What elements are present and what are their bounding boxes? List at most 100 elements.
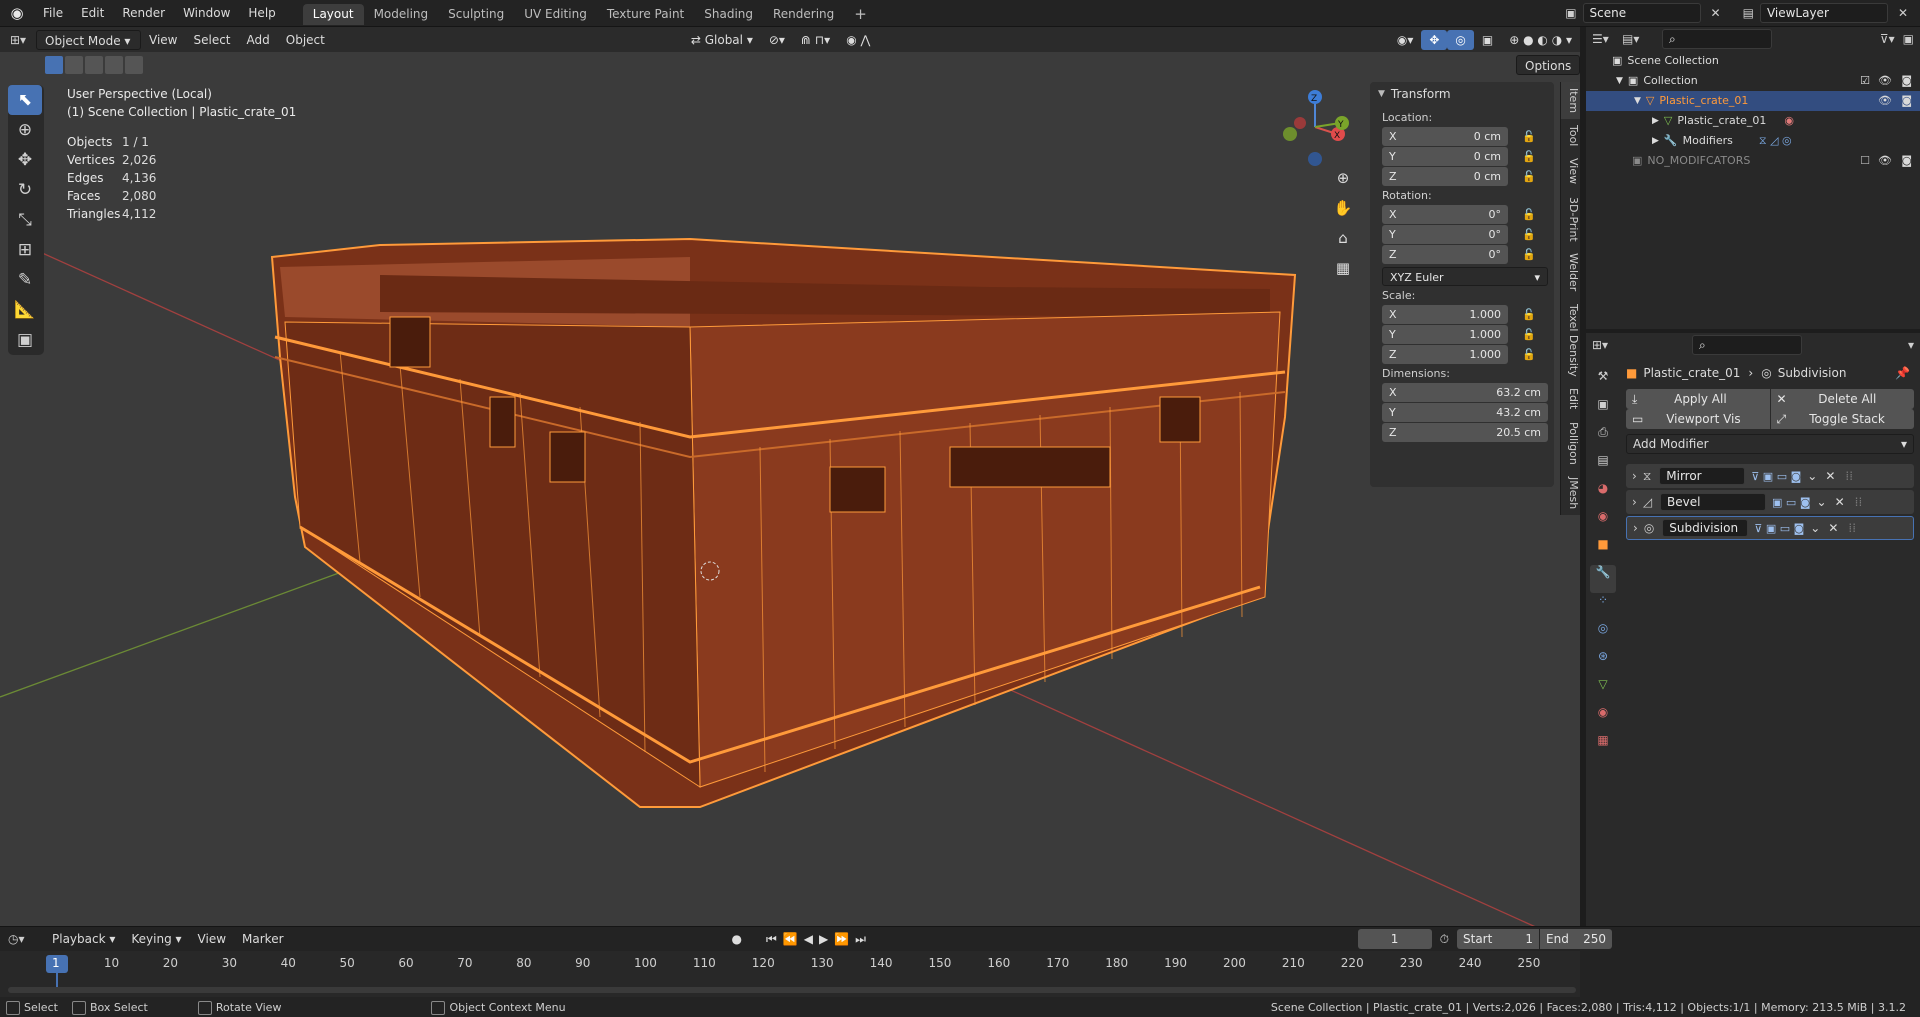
menu-edit[interactable]: Edit (72, 0, 113, 27)
modifier-toggles-icon[interactable]: ⊽ ▣ ▭ ◙ (1751, 470, 1801, 483)
tab-layout[interactable]: Layout (302, 4, 364, 25)
tab-modeling[interactable]: Modeling (364, 4, 439, 25)
scene-field[interactable]: Scene (1582, 3, 1701, 23)
playback-controls-icon[interactable]: ⏮⏪◀▶⏩⏭ (766, 932, 872, 947)
select-invert-icon[interactable] (105, 56, 123, 74)
menu-file[interactable]: File (34, 0, 72, 27)
editor-type-icon[interactable]: ◷▾ (8, 932, 44, 946)
start-frame-field[interactable]: Start 1 (1457, 929, 1539, 949)
timeline-frame-ruler[interactable]: 1 10 20 30 40 50 60 70 80 90 100 110 120 130 140 150 160… (0, 951, 1580, 997)
measure-tool-icon[interactable]: 📐 (8, 295, 42, 325)
mode-selector[interactable]: Object Mode ▾ (36, 29, 141, 50)
editor-type-icon[interactable]: ☰▾ (1592, 32, 1622, 46)
outliner-row-no-modificators[interactable]: ▣ NO_MODIFCATORS ☐ 👁 ◙ (1586, 151, 1920, 171)
checkbox-icon[interactable]: ☑ (1860, 71, 1870, 91)
tab-uv-editing[interactable]: UV Editing (514, 4, 597, 25)
toggle-stack-button[interactable]: ⤢ Toggle Stack (1770, 408, 1914, 429)
outliner-row-plastic-crate[interactable]: ▼ ▽ Plastic_crate_01 👁 ◙ (1586, 91, 1920, 111)
render-tab-icon[interactable]: ▣ (1590, 397, 1616, 425)
tab-polligon[interactable]: Polligon (1560, 415, 1580, 471)
camera-render-icon[interactable]: ◙ (1901, 71, 1912, 91)
dimension-z-field[interactable]: Z 20.5 cm (1382, 422, 1548, 442)
select-tool-icon[interactable]: ⬉ (8, 85, 42, 115)
close-icon[interactable]: ✕ (1825, 469, 1835, 483)
annotate-tool-icon[interactable]: ✎ (8, 265, 42, 295)
lock-icon[interactable]: 🔓 (1522, 150, 1536, 163)
location-x-field[interactable]: X 0 cm (1382, 126, 1508, 146)
outliner-search-input[interactable]: ⌕ (1662, 29, 1772, 49)
tab-tool[interactable]: Tool (1560, 119, 1580, 153)
location-z-field[interactable]: Z 0 cm (1382, 166, 1508, 186)
apply-all-button[interactable]: ⤓ Apply All (1626, 388, 1770, 409)
lock-icon[interactable]: 🔓 (1522, 208, 1536, 221)
lock-icon[interactable]: 🔓 (1522, 328, 1536, 341)
timeline-scrollbar[interactable] (8, 987, 1576, 993)
rotation-y-field[interactable]: Y 0° (1382, 224, 1508, 244)
tab-shading[interactable]: Shading (694, 4, 763, 25)
scene-icon[interactable]: ▣ (1565, 6, 1576, 20)
new-collection-icon[interactable]: ▣ (1903, 32, 1914, 46)
outliner-row-modifiers[interactable]: ▶ 🔧 Modifiers ⧖ ◿ ◎ (1586, 131, 1920, 151)
drag-handle-icon[interactable]: ⁞⁞ (1845, 469, 1853, 483)
gizmo-toggle-icon[interactable]: ✥ (1421, 29, 1448, 50)
menu-keying[interactable]: Keying ▾ (123, 929, 189, 949)
drag-handle-icon[interactable]: ⁞⁞ (1855, 495, 1863, 509)
modifier-bevel[interactable]: › ◿ Bevel ▣ ▭ ◙ ⌄ ✕ ⁞⁞ (1626, 490, 1914, 514)
eye-icon[interactable]: 👁 (1878, 151, 1892, 171)
modifier-subdivision[interactable]: › ◎ Subdivision ⊽ ▣ ▭ ◙ ⌄ ✕ ⁞⁞ (1626, 516, 1914, 540)
shading-modes-icon[interactable]: ⊕ ● ◐ ◑ ▾ (1501, 30, 1580, 50)
blender-logo-icon[interactable]: ◉ (0, 4, 34, 22)
tab-view[interactable]: View (1560, 152, 1580, 191)
menu-add[interactable]: Add (239, 30, 278, 50)
object-tab-icon[interactable]: ■ (1590, 537, 1616, 565)
orientation-selector[interactable]: ⇄ Global ▾ (683, 30, 761, 50)
chevron-down-icon[interactable]: ⌄ (1810, 521, 1820, 535)
menu-render[interactable]: Render (113, 0, 174, 27)
tab-3d-print[interactable]: 3D-Print (1560, 190, 1580, 248)
view-layer-tab-icon[interactable]: ▤ (1590, 453, 1616, 481)
lock-icon[interactable]: 🔓 (1522, 308, 1536, 321)
rotation-mode-select[interactable]: XYZ Euler ▾ (1382, 266, 1548, 286)
add-modifier-dropdown[interactable]: Add Modifier ▾ (1626, 434, 1914, 454)
scene-tab-icon[interactable]: ◕ (1590, 481, 1616, 509)
checkbox-icon[interactable]: ☐ (1860, 151, 1870, 171)
material-tab-icon[interactable]: ◉ (1590, 705, 1616, 733)
visibility-icon[interactable]: ◉▾ (1389, 30, 1422, 50)
tool-tab-icon[interactable]: ⚒ (1590, 369, 1616, 397)
xray-icon[interactable]: ▣ (1474, 30, 1501, 50)
close-icon[interactable]: ✕ (1835, 495, 1845, 509)
scale-y-field[interactable]: Y 1.000 (1382, 324, 1508, 344)
texture-tab-icon[interactable]: ▦ (1590, 733, 1616, 761)
particles-tab-icon[interactable]: ⁘ (1590, 593, 1616, 621)
scale-x-field[interactable]: X 1.000 (1382, 304, 1508, 324)
location-y-field[interactable]: Y 0 cm (1382, 146, 1508, 166)
menu-window[interactable]: Window (174, 0, 239, 27)
menu-object[interactable]: Object (278, 30, 333, 50)
dimension-y-field[interactable]: Y 43.2 cm (1382, 402, 1548, 422)
menu-timeline-view[interactable]: View (190, 929, 234, 949)
pivot-icon[interactable]: ⊘▾ (761, 30, 793, 50)
menu-select[interactable]: Select (185, 30, 238, 50)
viewlayer-icon[interactable]: ▤ (1743, 6, 1754, 20)
lock-icon[interactable]: 🔓 (1522, 228, 1536, 241)
add-cube-tool-icon[interactable]: ▣ (8, 325, 42, 355)
cursor-tool-icon[interactable]: ⊕ (8, 115, 42, 145)
options-button[interactable]: Options ▾ (1516, 55, 1580, 93)
move-tool-icon[interactable]: ✥ (8, 145, 42, 175)
transform-tool-icon[interactable]: ⊞ (8, 235, 42, 265)
outliner-row-collection[interactable]: ▼ ▣ Collection ☑ 👁 ◙ (1586, 71, 1920, 91)
rotate-tool-icon[interactable]: ↻ (8, 175, 42, 205)
tab-jmesh[interactable]: JMesh (1560, 470, 1580, 515)
viewlayer-field[interactable]: ViewLayer (1759, 3, 1888, 23)
scale-tool-icon[interactable]: ⤡ (8, 205, 42, 235)
output-tab-icon[interactable]: ⎙ (1590, 425, 1616, 453)
modifier-name-field[interactable]: Bevel (1660, 493, 1767, 511)
modifier-tab-icon[interactable]: 🔧 (1590, 565, 1616, 593)
select-subtract-icon[interactable] (85, 56, 103, 74)
chevron-down-icon[interactable]: ⌄ (1807, 469, 1817, 483)
rotation-z-field[interactable]: Z 0° (1382, 244, 1508, 264)
filter-icon[interactable]: ⊽▾ (1880, 32, 1895, 46)
rotation-x-field[interactable]: X 0° (1382, 204, 1508, 224)
snap-icon[interactable]: ⋒ ⊓▾ (793, 30, 838, 50)
modifier-toggles-icon[interactable]: ⊽ ▣ ▭ ◙ (1754, 522, 1804, 535)
